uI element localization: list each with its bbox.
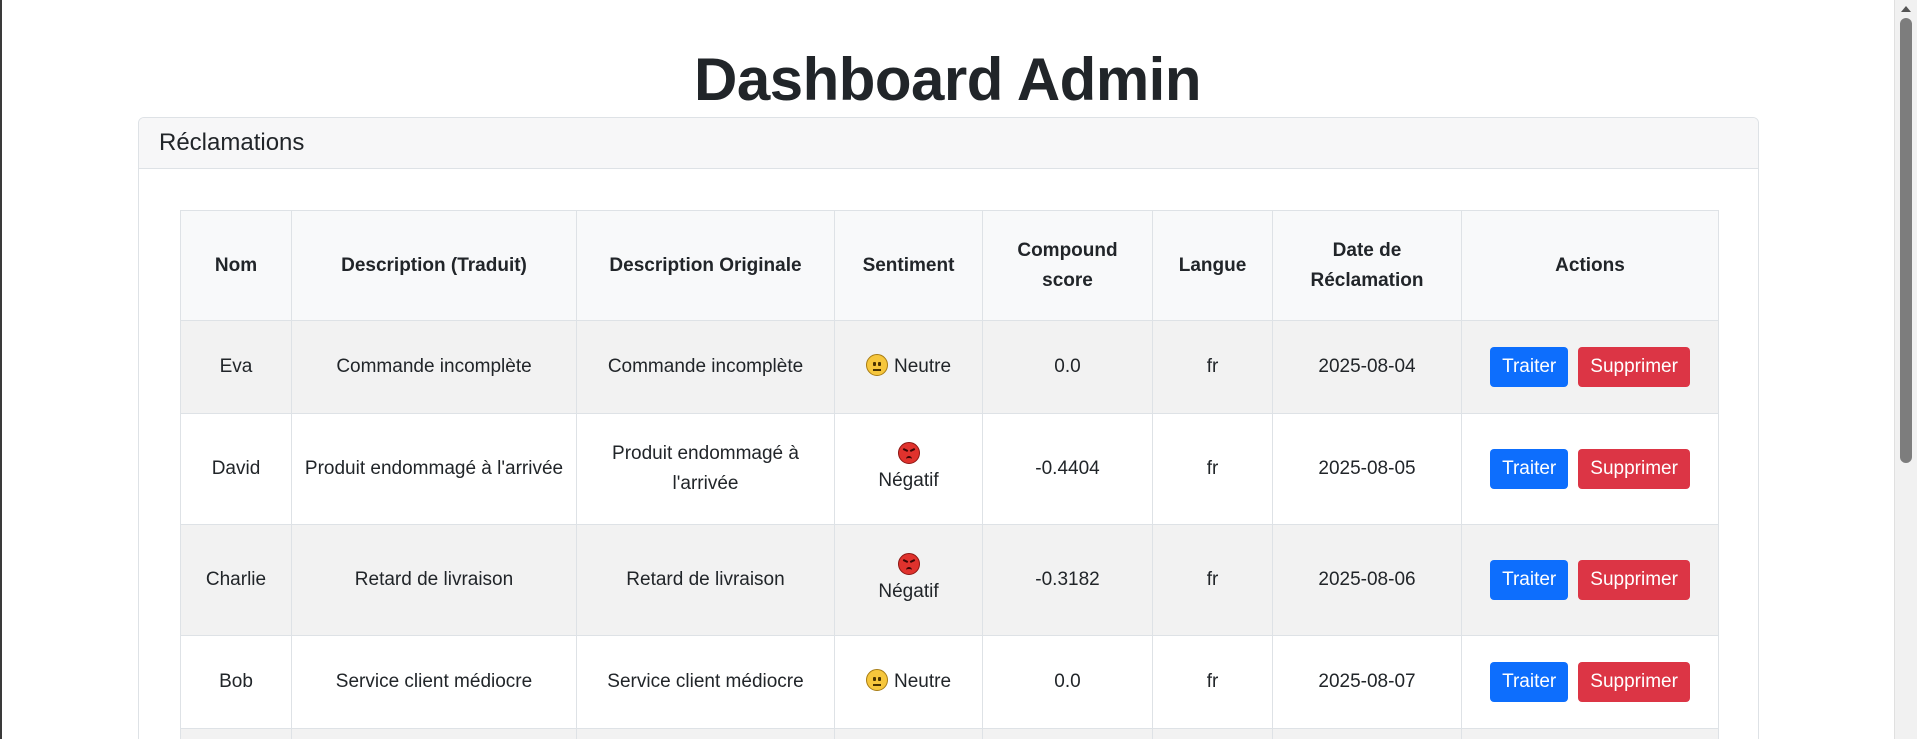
col-header-description-traduit[interactable]: Description (Traduit) [291, 210, 577, 321]
cell-description-traduit: Produit endommagé à l'arrivée [291, 413, 577, 525]
table-row [180, 728, 1719, 739]
cell-langue: fr [1152, 635, 1273, 729]
traiter-button[interactable]: Traiter [1490, 449, 1569, 489]
cell-nom: David [180, 413, 292, 525]
card-header: Réclamations [139, 118, 1758, 169]
cell-date: 2025-08-07 [1272, 635, 1462, 729]
supprimer-button[interactable]: Supprimer [1578, 347, 1690, 387]
cell-description-traduit: Retard de livraison [291, 524, 577, 636]
table-row: Charlie Retard de livraison Retard de li… [180, 524, 1719, 636]
cell-sentiment: Négatif [834, 413, 983, 525]
sentiment-label: Neutre [893, 356, 952, 377]
angry-face-icon [897, 442, 920, 464]
cell-compound-score: -0.4404 [982, 413, 1153, 525]
cell-compound-score: 0.0 [982, 320, 1153, 414]
traiter-button[interactable]: Traiter [1490, 347, 1569, 387]
cell-sentiment: Neutre [834, 320, 983, 414]
cell-nom: Eva [180, 320, 292, 414]
table-row: Bob Service client médiocre Service clie… [180, 635, 1719, 729]
sentiment-label: Négatif [878, 581, 939, 602]
supprimer-button[interactable]: Supprimer [1578, 560, 1690, 600]
vertical-scrollbar[interactable] [1894, 0, 1917, 739]
cell-compound-score: 0.0 [982, 635, 1153, 729]
cell-compound-score: -0.3182 [982, 524, 1153, 636]
col-header-description-originale[interactable]: Description Originale [576, 210, 835, 321]
table-row: David Produit endommagé à l'arrivée Prod… [180, 413, 1719, 525]
cell-langue: fr [1152, 524, 1273, 636]
cell-actions: Traiter Supprimer [1461, 635, 1719, 729]
col-header-compound-score[interactable]: Compound score [982, 210, 1153, 321]
browser-viewport: Dashboard Admin Réclamations Nom Descrip… [0, 0, 1917, 739]
traiter-button[interactable]: Traiter [1490, 662, 1569, 702]
cell-langue: fr [1152, 413, 1273, 525]
sentiment-label: Neutre [893, 671, 952, 692]
table-header: Nom Description (Traduit) Description Or… [180, 210, 1719, 321]
scroll-up-arrow-icon[interactable] [1901, 6, 1911, 12]
cell-description-originale: Retard de livraison [576, 524, 835, 636]
col-header-nom[interactable]: Nom [180, 210, 292, 321]
neutral-face-icon [865, 668, 888, 691]
sentiment-label: Négatif [878, 470, 939, 491]
page-title: Dashboard Admin [694, 46, 1201, 113]
claims-table: Nom Description (Traduit) Description Or… [180, 210, 1719, 739]
col-header-date[interactable]: Date de Réclamation [1272, 210, 1462, 321]
cell-langue: fr [1152, 320, 1273, 414]
cell-actions: Traiter Supprimer [1461, 320, 1719, 414]
supprimer-button[interactable]: Supprimer [1578, 662, 1690, 702]
cell-description-originale: Commande incomplète [576, 320, 835, 414]
cell-description-originale: Service client médiocre [576, 635, 835, 729]
cell-description-traduit: Service client médiocre [291, 635, 577, 729]
cell-description-traduit: Commande incomplète [291, 320, 577, 414]
angry-face-icon [897, 553, 920, 575]
cell-nom: Charlie [180, 524, 292, 636]
claims-card: Réclamations Nom Description (Traduit) D… [138, 117, 1759, 739]
cell-date: 2025-08-05 [1272, 413, 1462, 525]
table-row: Eva Commande incomplète Commande incompl… [180, 320, 1719, 414]
traiter-button[interactable]: Traiter [1490, 560, 1569, 600]
neutral-face-icon [865, 353, 888, 376]
col-header-sentiment[interactable]: Sentiment [834, 210, 983, 321]
scrollbar-thumb[interactable] [1900, 18, 1912, 463]
cell-date: 2025-08-06 [1272, 524, 1462, 636]
cell-description-originale: Produit endommagé à l'arrivée [576, 413, 835, 525]
col-header-langue[interactable]: Langue [1152, 210, 1273, 321]
cell-actions: Traiter Supprimer [1461, 413, 1719, 525]
cell-sentiment: Négatif [834, 524, 983, 636]
cell-date: 2025-08-04 [1272, 320, 1462, 414]
col-header-actions: Actions [1461, 210, 1719, 321]
cell-actions: Traiter Supprimer [1461, 524, 1719, 636]
supprimer-button[interactable]: Supprimer [1578, 449, 1690, 489]
cell-nom: Bob [180, 635, 292, 729]
cell-sentiment: Neutre [834, 635, 983, 729]
